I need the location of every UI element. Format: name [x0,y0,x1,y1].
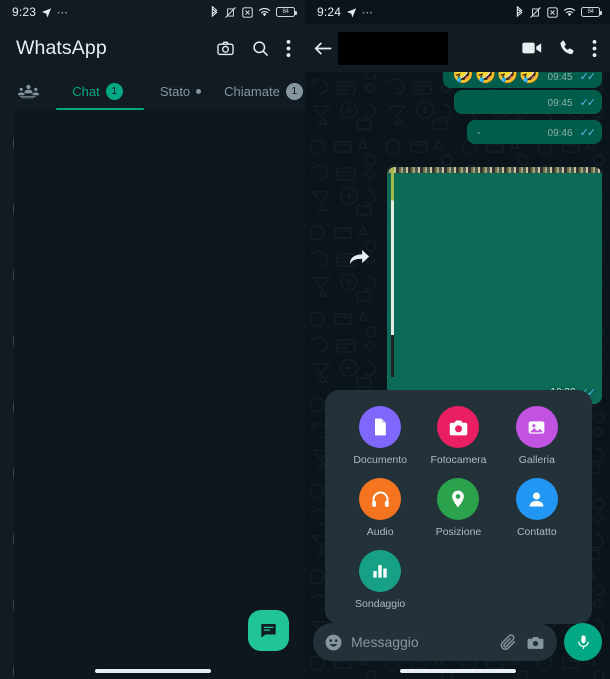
read-receipt-icon: ✓✓ [579,97,597,109]
status-bar-right: 9:24 84 [305,0,610,24]
wifi-icon [563,7,576,18]
conversation-app-bar [305,24,610,72]
message-bubble-media[interactable]: 10:30 ✓✓ [387,167,602,404]
status-bar-left: 9:23 84 [0,0,305,24]
tab-communities[interactable] [0,72,56,110]
bluetooth-icon [515,5,524,19]
privacy-redaction-overlay [14,110,305,679]
battery-level: 84 [587,9,594,15]
new-chat-icon [261,624,276,638]
poll-bars-icon [359,550,402,592]
media-thumbnail [387,167,602,404]
media-edge-line [391,167,394,377]
tab-bar: Chat 1 Stato Chiamate 1 [0,72,305,110]
read-receipt-icon: ✓✓ [579,127,597,139]
gallery-icon [515,406,558,448]
attach-label: Contatto [516,526,557,538]
camera-icon[interactable] [216,39,235,58]
attach-option-sondaggio[interactable]: Sondaggio [341,550,419,610]
tab-chat-badge: 1 [105,82,123,100]
headphones-icon [359,478,402,520]
paperclip-icon[interactable] [499,633,518,652]
tab-stato[interactable]: Stato [139,72,222,110]
more-dots-icon [57,9,69,15]
no-sim-icon [242,6,253,18]
attach-label: Fotocamera [430,454,487,466]
overflow-menu-icon[interactable] [286,39,291,58]
no-sim-icon [547,6,558,18]
overflow-menu-icon[interactable] [592,39,597,58]
attach-label: Galleria [518,454,555,466]
tab-stato-label: Stato [159,83,191,99]
forward-message-button[interactable] [349,248,370,266]
location-pin-icon [437,478,480,520]
message-input-pill[interactable]: Messaggio [313,623,557,661]
battery-icon: 84 [276,7,297,17]
location-arrow-icon [41,7,52,18]
contact-person-icon [515,478,558,520]
bluetooth-icon [210,5,219,19]
message-time: 09:46 [547,128,573,139]
battery-icon: 84 [581,7,602,17]
tab-chiamate-badge: 1 [285,82,303,100]
attach-option-contatto[interactable]: Contatto [498,478,576,538]
new-chat-button[interactable] [248,610,289,651]
tab-stato-dot-icon [196,88,202,94]
status-bar-clock: 9:23 [12,5,37,19]
attach-label: Posizione [435,526,482,538]
wifi-icon [258,7,271,18]
emoji-smiley-icon[interactable] [324,633,343,652]
attach-option-galleria[interactable]: Galleria [498,406,576,466]
message-text: · [477,127,482,139]
location-arrow-icon [346,7,357,18]
whatsapp-dual-screenshot: 9:23 84 WhatsApp Chat 1 Stato Chiamate 1… [0,0,610,679]
attach-option-fotocamera[interactable]: Fotocamera [419,406,497,466]
chat-list-screen: 9:23 84 WhatsApp Chat 1 Stato Chiamate 1 [0,0,305,679]
privacy-redaction-overlay [338,32,448,65]
tab-chiamate-label: Chiamate [224,83,280,99]
voice-call-icon[interactable] [558,39,576,57]
message-time: 09:45 [547,98,573,109]
android-nav-pill [305,669,610,673]
tab-chiamate[interactable]: Chiamate 1 [222,72,305,110]
android-nav-pill [0,669,305,673]
message-list: 🤣🤣🤣🤣 09:45 ✓✓ 09:45 ✓✓ · 09:46 ✓✓ Docume… [305,48,610,679]
document-icon [359,406,402,448]
attach-label: Audio [366,526,394,538]
conversation-screen: 9:24 84 🤣🤣🤣🤣 09:45 ✓✓ 09:45 ✓✓ · 09:46 ✓… [305,0,610,679]
message-input[interactable]: Messaggio [351,634,491,650]
app-bar-left: WhatsApp [0,24,305,72]
message-bubble-outgoing[interactable]: · 09:46 ✓✓ [467,120,602,144]
back-arrow-icon[interactable] [313,39,334,58]
attach-label: Documento [353,454,408,466]
microphone-icon [577,634,589,649]
search-icon[interactable] [251,39,270,58]
attach-label: Sondaggio [355,598,406,610]
page-title: WhatsApp [16,36,107,59]
attach-option-audio[interactable]: Audio [341,478,419,538]
tab-chat[interactable]: Chat 1 [56,72,139,110]
attachment-menu: Documento Fotocamera Galleria Audio Posi… [325,390,592,624]
attach-option-documento[interactable]: Documento [341,406,419,466]
battery-level: 84 [282,9,289,15]
media-top-strip [387,167,602,173]
message-time: 09:45 [547,72,573,83]
status-bar-clock: 9:24 [317,5,342,19]
message-composer: Messaggio [305,623,610,661]
camera-icon [437,406,480,448]
vibrate-off-icon [529,6,542,19]
voice-record-button[interactable] [564,623,602,661]
attach-option-posizione[interactable]: Posizione [419,478,497,538]
video-call-icon[interactable] [522,41,542,55]
tab-chat-label: Chat [72,83,100,99]
more-dots-icon [362,9,374,15]
camera-icon[interactable] [526,633,545,652]
message-bubble-outgoing[interactable]: 09:45 ✓✓ [454,90,602,114]
vibrate-off-icon [224,6,237,19]
